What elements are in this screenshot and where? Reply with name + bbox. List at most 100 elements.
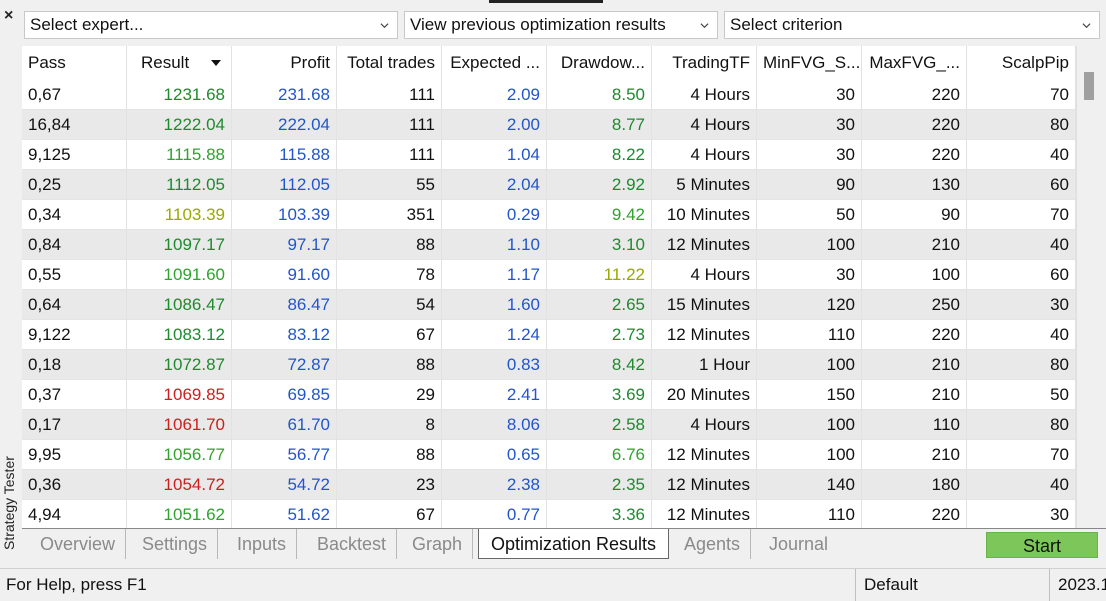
- cell-result: 1103.39: [127, 200, 232, 230]
- select-expert-dropdown[interactable]: Select expert...: [24, 11, 398, 39]
- tab-inputs[interactable]: Inputs: [227, 529, 298, 559]
- table-row[interactable]: 9,95 1056.77 56.77 88 0.65 6.76 12 Minutes 100 2…: [22, 440, 1076, 470]
- cell-scalppip: 80: [967, 110, 1076, 140]
- tab-optimization-results[interactable]: Optimization Results: [478, 529, 669, 559]
- table-row[interactable]: 0,25 1112.05 112.05 55 2.04 2.92 5 Minutes 90 13…: [22, 170, 1076, 200]
- table-row[interactable]: 9,125 1115.88 115.88 111 1.04 8.22 4 Hours 30 22…: [22, 140, 1076, 170]
- cell-expected: 0.65: [442, 440, 547, 470]
- tab-settings[interactable]: Settings: [132, 529, 219, 559]
- table-row[interactable]: 0,55 1091.60 91.60 78 1.17 11.22 4 Hours 30 100 6…: [22, 260, 1076, 290]
- cell-total-trades: 111: [337, 140, 442, 170]
- table-row[interactable]: 0,67 1231.68 231.68 111 2.09 8.50 4 Hours 30 220…: [22, 80, 1076, 110]
- cell-pass: 9,125: [22, 140, 127, 170]
- cell-tradingtf: 4 Hours: [652, 80, 757, 110]
- cell-profit: 115.88: [232, 140, 337, 170]
- cell-profit: 103.39: [232, 200, 337, 230]
- cell-minfvg: 110: [757, 500, 862, 528]
- cell-result: 1222.04: [127, 110, 232, 140]
- cell-maxfvg: 220: [862, 140, 967, 170]
- cell-total-trades: 88: [337, 440, 442, 470]
- cell-scalppip: 80: [967, 350, 1076, 380]
- start-button[interactable]: Start: [986, 532, 1098, 558]
- cell-expected: 2.09: [442, 80, 547, 110]
- cell-maxfvg: 210: [862, 350, 967, 380]
- select-expert-label: Select expert...: [30, 15, 144, 34]
- cell-minfvg: 100: [757, 410, 862, 440]
- tab-journal[interactable]: Journal: [759, 529, 838, 559]
- cell-total-trades: 8: [337, 410, 442, 440]
- cell-pass: 0,36: [22, 470, 127, 500]
- cell-minfvg: 30: [757, 140, 862, 170]
- cell-tradingtf: 12 Minutes: [652, 470, 757, 500]
- column-header-scalppip[interactable]: ScalpPip: [967, 46, 1076, 80]
- cell-minfvg: 100: [757, 440, 862, 470]
- table-row[interactable]: 0,84 1097.17 97.17 88 1.10 3.10 12 Minutes 100 2…: [22, 230, 1076, 260]
- cell-scalppip: 70: [967, 80, 1076, 110]
- cell-drawdown: 2.58: [547, 410, 652, 440]
- vertical-scrollbar[interactable]: [1076, 46, 1106, 528]
- column-header-tradingtf[interactable]: TradingTF: [652, 46, 757, 80]
- cell-drawdown: 6.76: [547, 440, 652, 470]
- scrollbar-thumb[interactable]: [1084, 72, 1094, 100]
- cell-maxfvg: 210: [862, 380, 967, 410]
- cell-tradingtf: 1 Hour: [652, 350, 757, 380]
- cell-minfvg: 110: [757, 320, 862, 350]
- column-header-expected[interactable]: Expected ...: [442, 46, 547, 80]
- table-row[interactable]: 9,122 1083.12 83.12 67 1.24 2.73 12 Minutes 110…: [22, 320, 1076, 350]
- tab-agents[interactable]: Agents: [674, 529, 752, 559]
- cell-result: 1051.62: [127, 500, 232, 528]
- cell-total-trades: 88: [337, 230, 442, 260]
- cell-minfvg: 90: [757, 170, 862, 200]
- cell-maxfvg: 210: [862, 440, 967, 470]
- table-row[interactable]: 0,64 1086.47 86.47 54 1.60 2.65 15 Minutes 120 2…: [22, 290, 1076, 320]
- table-row[interactable]: 0,18 1072.87 72.87 88 0.83 8.42 1 Hour 100 210 80: [22, 350, 1076, 380]
- table-row[interactable]: 0,17 1061.70 61.70 8 8.06 2.58 4 Hours 100 110 80: [22, 410, 1076, 440]
- cell-profit: 83.12: [232, 320, 337, 350]
- column-header-minfvg[interactable]: MinFVG_S...: [757, 46, 862, 80]
- cell-drawdown: 2.73: [547, 320, 652, 350]
- table-row[interactable]: 0,37 1069.85 69.85 29 2.41 3.69 20 Minutes 150 2…: [22, 380, 1076, 410]
- tab-backtest[interactable]: Backtest: [307, 529, 398, 559]
- sort-descending-icon: [211, 60, 221, 66]
- status-date: 2023.1: [1058, 575, 1106, 594]
- cell-tradingtf: 4 Hours: [652, 260, 757, 290]
- cell-drawdown: 3.10: [547, 230, 652, 260]
- status-profile: Default: [858, 569, 1050, 601]
- tab-overview[interactable]: Overview: [30, 529, 127, 559]
- tab-graph[interactable]: Graph: [402, 529, 474, 559]
- table-row[interactable]: 0,34 1103.39 103.39 351 0.29 9.42 10 Minutes 50…: [22, 200, 1076, 230]
- column-header-maxfvg[interactable]: MaxFVG_...: [862, 46, 967, 80]
- close-icon[interactable]: ×: [4, 8, 13, 24]
- table-row[interactable]: 4,94 1051.62 51.62 67 0.77 3.36 12 Minutes 110 2…: [22, 500, 1076, 528]
- cell-expected: 0.29: [442, 200, 547, 230]
- cell-maxfvg: 220: [862, 110, 967, 140]
- cell-scalppip: 40: [967, 140, 1076, 170]
- select-criterion-dropdown[interactable]: Select criterion: [724, 11, 1100, 39]
- column-header-drawdown[interactable]: Drawdow...: [547, 46, 652, 80]
- cell-tradingtf: 5 Minutes: [652, 170, 757, 200]
- cell-result: 1061.70: [127, 410, 232, 440]
- previous-results-label: View previous optimization results: [410, 15, 666, 34]
- top-strip: [22, 0, 1106, 8]
- cell-drawdown: 8.77: [547, 110, 652, 140]
- column-header-total-trades[interactable]: Total trades: [337, 46, 442, 80]
- cell-tradingtf: 12 Minutes: [652, 440, 757, 470]
- cell-total-trades: 78: [337, 260, 442, 290]
- cell-maxfvg: 220: [862, 500, 967, 528]
- column-header-profit[interactable]: Profit: [232, 46, 337, 80]
- cell-profit: 112.05: [232, 170, 337, 200]
- previous-results-dropdown[interactable]: View previous optimization results: [404, 11, 718, 39]
- table-row[interactable]: 0,36 1054.72 54.72 23 2.38 2.35 12 Minutes 140 1…: [22, 470, 1076, 500]
- column-header-pass[interactable]: Pass: [22, 46, 127, 80]
- cell-result: 1086.47: [127, 290, 232, 320]
- cell-expected: 8.06: [442, 410, 547, 440]
- cell-result: 1056.77: [127, 440, 232, 470]
- table-row[interactable]: 16,84 1222.04 222.04 111 2.00 8.77 4 Hours 30 22…: [22, 110, 1076, 140]
- cell-result: 1231.68: [127, 80, 232, 110]
- cell-scalppip: 70: [967, 200, 1076, 230]
- cell-total-trades: 67: [337, 320, 442, 350]
- cell-pass: 0,55: [22, 260, 127, 290]
- cell-expected: 2.38: [442, 470, 547, 500]
- column-header-result[interactable]: Result: [127, 46, 232, 80]
- cell-minfvg: 30: [757, 110, 862, 140]
